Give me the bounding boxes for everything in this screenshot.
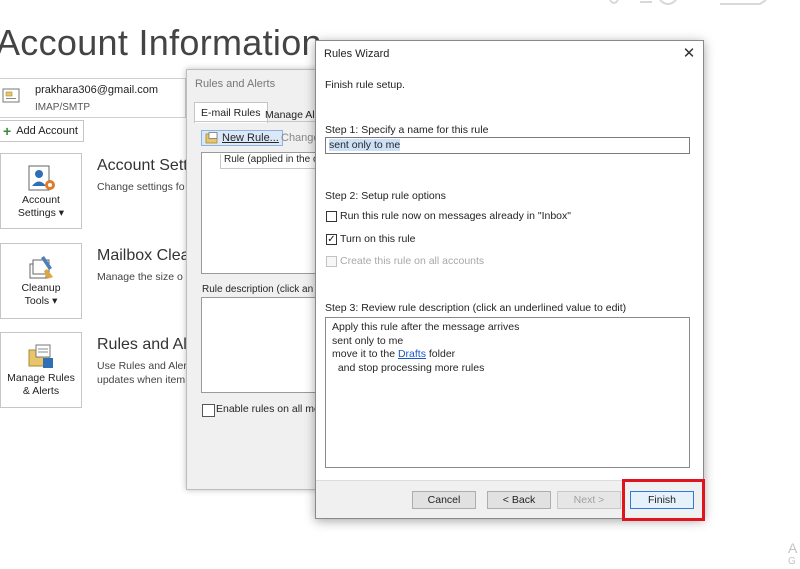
corner-text: G xyxy=(788,556,796,567)
close-icon[interactable]: ✕ xyxy=(678,43,700,65)
tile-label: & Alerts xyxy=(22,385,60,397)
step1-label: Step 1: Specify a name for this rule xyxy=(325,124,489,136)
finish-highlight-box xyxy=(622,479,705,521)
tile-label: Tools ▾ xyxy=(24,295,58,307)
tile-label: Account xyxy=(22,194,60,206)
corner-text: A xyxy=(788,540,798,556)
cleanup-tools-button[interactable]: Cleanup Tools ▾ xyxy=(0,243,82,319)
section-description: Change settings fo xyxy=(97,181,185,193)
rule-name-input[interactable]: sent only to me xyxy=(325,137,690,154)
description-line: and stop processing more rules xyxy=(332,361,485,374)
section-title: Rules and Al xyxy=(97,336,187,353)
account-icon xyxy=(2,88,20,103)
enable-rules-label: Enable rules on all me xyxy=(216,403,320,415)
checkmark-icon: ✓ xyxy=(327,233,336,245)
next-button[interactable]: Next > xyxy=(557,491,621,509)
rule-name-value: sent only to me xyxy=(329,139,401,151)
manage-rules-icon xyxy=(28,344,53,368)
section-title: Account Sett xyxy=(97,157,188,174)
plus-icon: + xyxy=(3,123,12,139)
description-line: move it to the Drafts folder xyxy=(332,348,683,362)
dialog-title: Rules Wizard xyxy=(324,48,390,60)
description-line: Apply this rule after the message arrive… xyxy=(332,321,520,333)
tab-manage-alerts[interactable]: Manage Al xyxy=(259,105,321,125)
rules-wizard-dialog: Rules Wizard ✕ Finish rule setup. Step 1… xyxy=(315,40,704,519)
rule-description-label: Rule description (click an xyxy=(202,284,314,295)
section-description: updates when item xyxy=(97,374,186,386)
change-rule-button[interactable]: Change xyxy=(281,132,320,144)
tab-divider xyxy=(194,121,325,122)
section-description: Use Rules and Alert xyxy=(97,360,190,372)
section-description: Manage the size o xyxy=(97,271,183,283)
step2-label: Step 2: Setup rule options xyxy=(325,190,446,202)
turn-on-rule-checkbox[interactable]: ✓ xyxy=(326,234,337,245)
rule-description-box: Apply this rule after the message arrive… xyxy=(325,317,690,468)
account-email: prakhara306@gmail.com xyxy=(35,84,159,96)
manage-rules-button[interactable]: Manage Rules & Alerts xyxy=(0,332,82,408)
top-decoration xyxy=(609,0,767,5)
drafts-folder-link[interactable]: Drafts xyxy=(398,348,426,360)
add-account-button[interactable]: + Add Account xyxy=(0,120,84,142)
section-title: Mailbox Clea xyxy=(97,247,190,264)
account-settings-button[interactable]: Account Settings ▾ xyxy=(0,153,82,229)
description-line: sent only to me xyxy=(332,334,404,347)
all-accounts-label: Create this rule on all accounts xyxy=(340,255,485,267)
tile-label: Manage Rules xyxy=(7,372,75,384)
rule-description-box xyxy=(201,297,329,393)
tile-label: Cleanup xyxy=(21,282,61,294)
run-now-label: Run this rule now on messages already in… xyxy=(340,210,571,222)
cancel-button[interactable]: Cancel xyxy=(412,491,476,509)
tab-email-rules[interactable]: E-mail Rules xyxy=(194,102,268,123)
cleanup-tools-icon xyxy=(29,256,53,279)
all-accounts-checkbox[interactable] xyxy=(326,256,337,267)
run-now-checkbox[interactable] xyxy=(326,211,337,222)
wizard-heading: Finish rule setup. xyxy=(325,79,405,91)
account-settings-icon xyxy=(28,165,55,191)
new-rule-button[interactable]: New Rule... xyxy=(201,130,283,146)
back-button[interactable]: < Back xyxy=(487,491,551,509)
tile-label: Settings ▾ xyxy=(17,207,65,219)
description-text: move it to the xyxy=(332,348,398,360)
rules-and-alerts-dialog: Rules and Alerts E-mail Rules Manage Al … xyxy=(186,69,344,490)
description-text: folder xyxy=(425,348,456,360)
dialog-title: Rules and Alerts xyxy=(195,78,276,90)
account-type: IMAP/SMTP xyxy=(35,102,91,113)
add-account-label: Add Account xyxy=(16,125,78,137)
new-rule-icon xyxy=(205,132,218,144)
rules-list[interactable]: Rule (applied in the or xyxy=(201,152,344,274)
page-title: Account Information xyxy=(0,22,322,63)
new-rule-label: New Rule... xyxy=(222,132,279,144)
enable-rules-checkbox[interactable] xyxy=(202,404,215,417)
step3-label: Step 3: Review rule description (click a… xyxy=(325,302,627,314)
turn-on-rule-label: Turn on this rule xyxy=(340,233,416,245)
